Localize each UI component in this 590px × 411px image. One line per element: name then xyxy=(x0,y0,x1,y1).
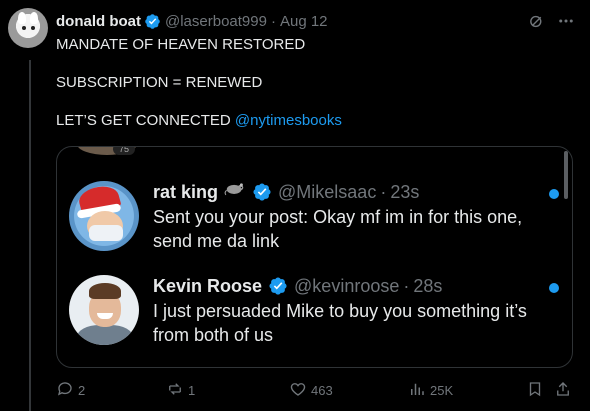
repost-count: 1 xyxy=(188,382,196,398)
separator-dot: · xyxy=(380,182,387,202)
share-icon xyxy=(554,380,572,401)
dm-item[interactable]: rat king @Mikelsaac · 23s Sent you your … xyxy=(69,181,563,253)
tweet-line: SUBSCRIPTION = RENEWED xyxy=(56,74,263,91)
tweet-top-actions xyxy=(526,11,576,31)
verified-badge-icon xyxy=(144,13,161,30)
dm-time: 23s xyxy=(390,182,420,202)
grok-icon[interactable] xyxy=(526,11,546,31)
view-count: 25K xyxy=(430,382,454,398)
dm-sender-name: rat king xyxy=(153,182,219,202)
repost-button[interactable]: 1 xyxy=(166,380,195,401)
tweet-date[interactable]: Aug 12 xyxy=(280,13,328,30)
share-button[interactable] xyxy=(554,380,572,401)
verified-badge-icon xyxy=(268,276,288,296)
analytics-icon xyxy=(408,380,426,401)
repost-icon xyxy=(166,380,184,401)
dm-text: I just persuaded Mike to buy you somethi… xyxy=(153,301,527,345)
author-name[interactable]: donald boat xyxy=(56,13,141,30)
scrollbar[interactable] xyxy=(564,151,568,199)
dm-sender-handle: @Mikelsaac xyxy=(278,182,377,202)
more-options-icon[interactable] xyxy=(556,11,576,31)
dm-text: Sent you your post: Okay mf im in for th… xyxy=(153,207,523,251)
bookmark-icon xyxy=(526,380,544,401)
dm-sender-name: Kevin Roose xyxy=(153,276,263,296)
tweet-body: MANDATE OF HEAVEN RESTORED SUBSCRIPTION … xyxy=(56,35,576,130)
separator-dot: · xyxy=(403,276,410,296)
reply-count: 2 xyxy=(78,382,86,398)
separator-dot: · xyxy=(270,12,276,30)
media-screenshot[interactable]: 75 rat king @Mikelsaac · 23s Sent you yo… xyxy=(56,146,573,368)
tweet-line xyxy=(56,92,576,111)
rat-icon xyxy=(224,181,246,203)
author-avatar[interactable] xyxy=(8,8,48,48)
tweet-line xyxy=(56,54,576,73)
dm-sender-handle: @kevinroose xyxy=(294,276,400,296)
dm-item[interactable]: Kevin Roose @kevinroose · 28s I just per… xyxy=(69,275,563,347)
bookmark-button[interactable] xyxy=(526,380,544,401)
reply-button[interactable]: 2 xyxy=(56,380,85,401)
views-button[interactable]: 25K xyxy=(408,380,453,401)
reply-icon xyxy=(56,380,74,401)
verified-badge-icon xyxy=(252,182,272,202)
thread-line xyxy=(29,60,31,411)
avatar xyxy=(69,275,139,345)
tweet-line: MANDATE OF HEAVEN RESTORED xyxy=(56,36,306,53)
dm-time: 28s xyxy=(413,276,443,296)
unread-indicator xyxy=(549,189,559,199)
avatar xyxy=(69,181,139,251)
tweet-actions: 2 1 463 25K xyxy=(56,376,576,404)
like-button[interactable]: 463 xyxy=(289,380,333,401)
author-handle[interactable]: @laserboat999 xyxy=(165,13,267,30)
unread-indicator xyxy=(549,283,559,293)
like-count: 463 xyxy=(311,382,333,398)
heart-icon xyxy=(289,380,307,401)
mention-link[interactable]: @nytimesbooks xyxy=(235,112,342,129)
tweet-line-last: LET’S GET CONNECTED @nytimesbooks xyxy=(56,112,342,129)
peek-badge: 75 xyxy=(113,147,135,155)
tweet-header: donald boat @laserboat999 · Aug 12 xyxy=(56,11,328,31)
